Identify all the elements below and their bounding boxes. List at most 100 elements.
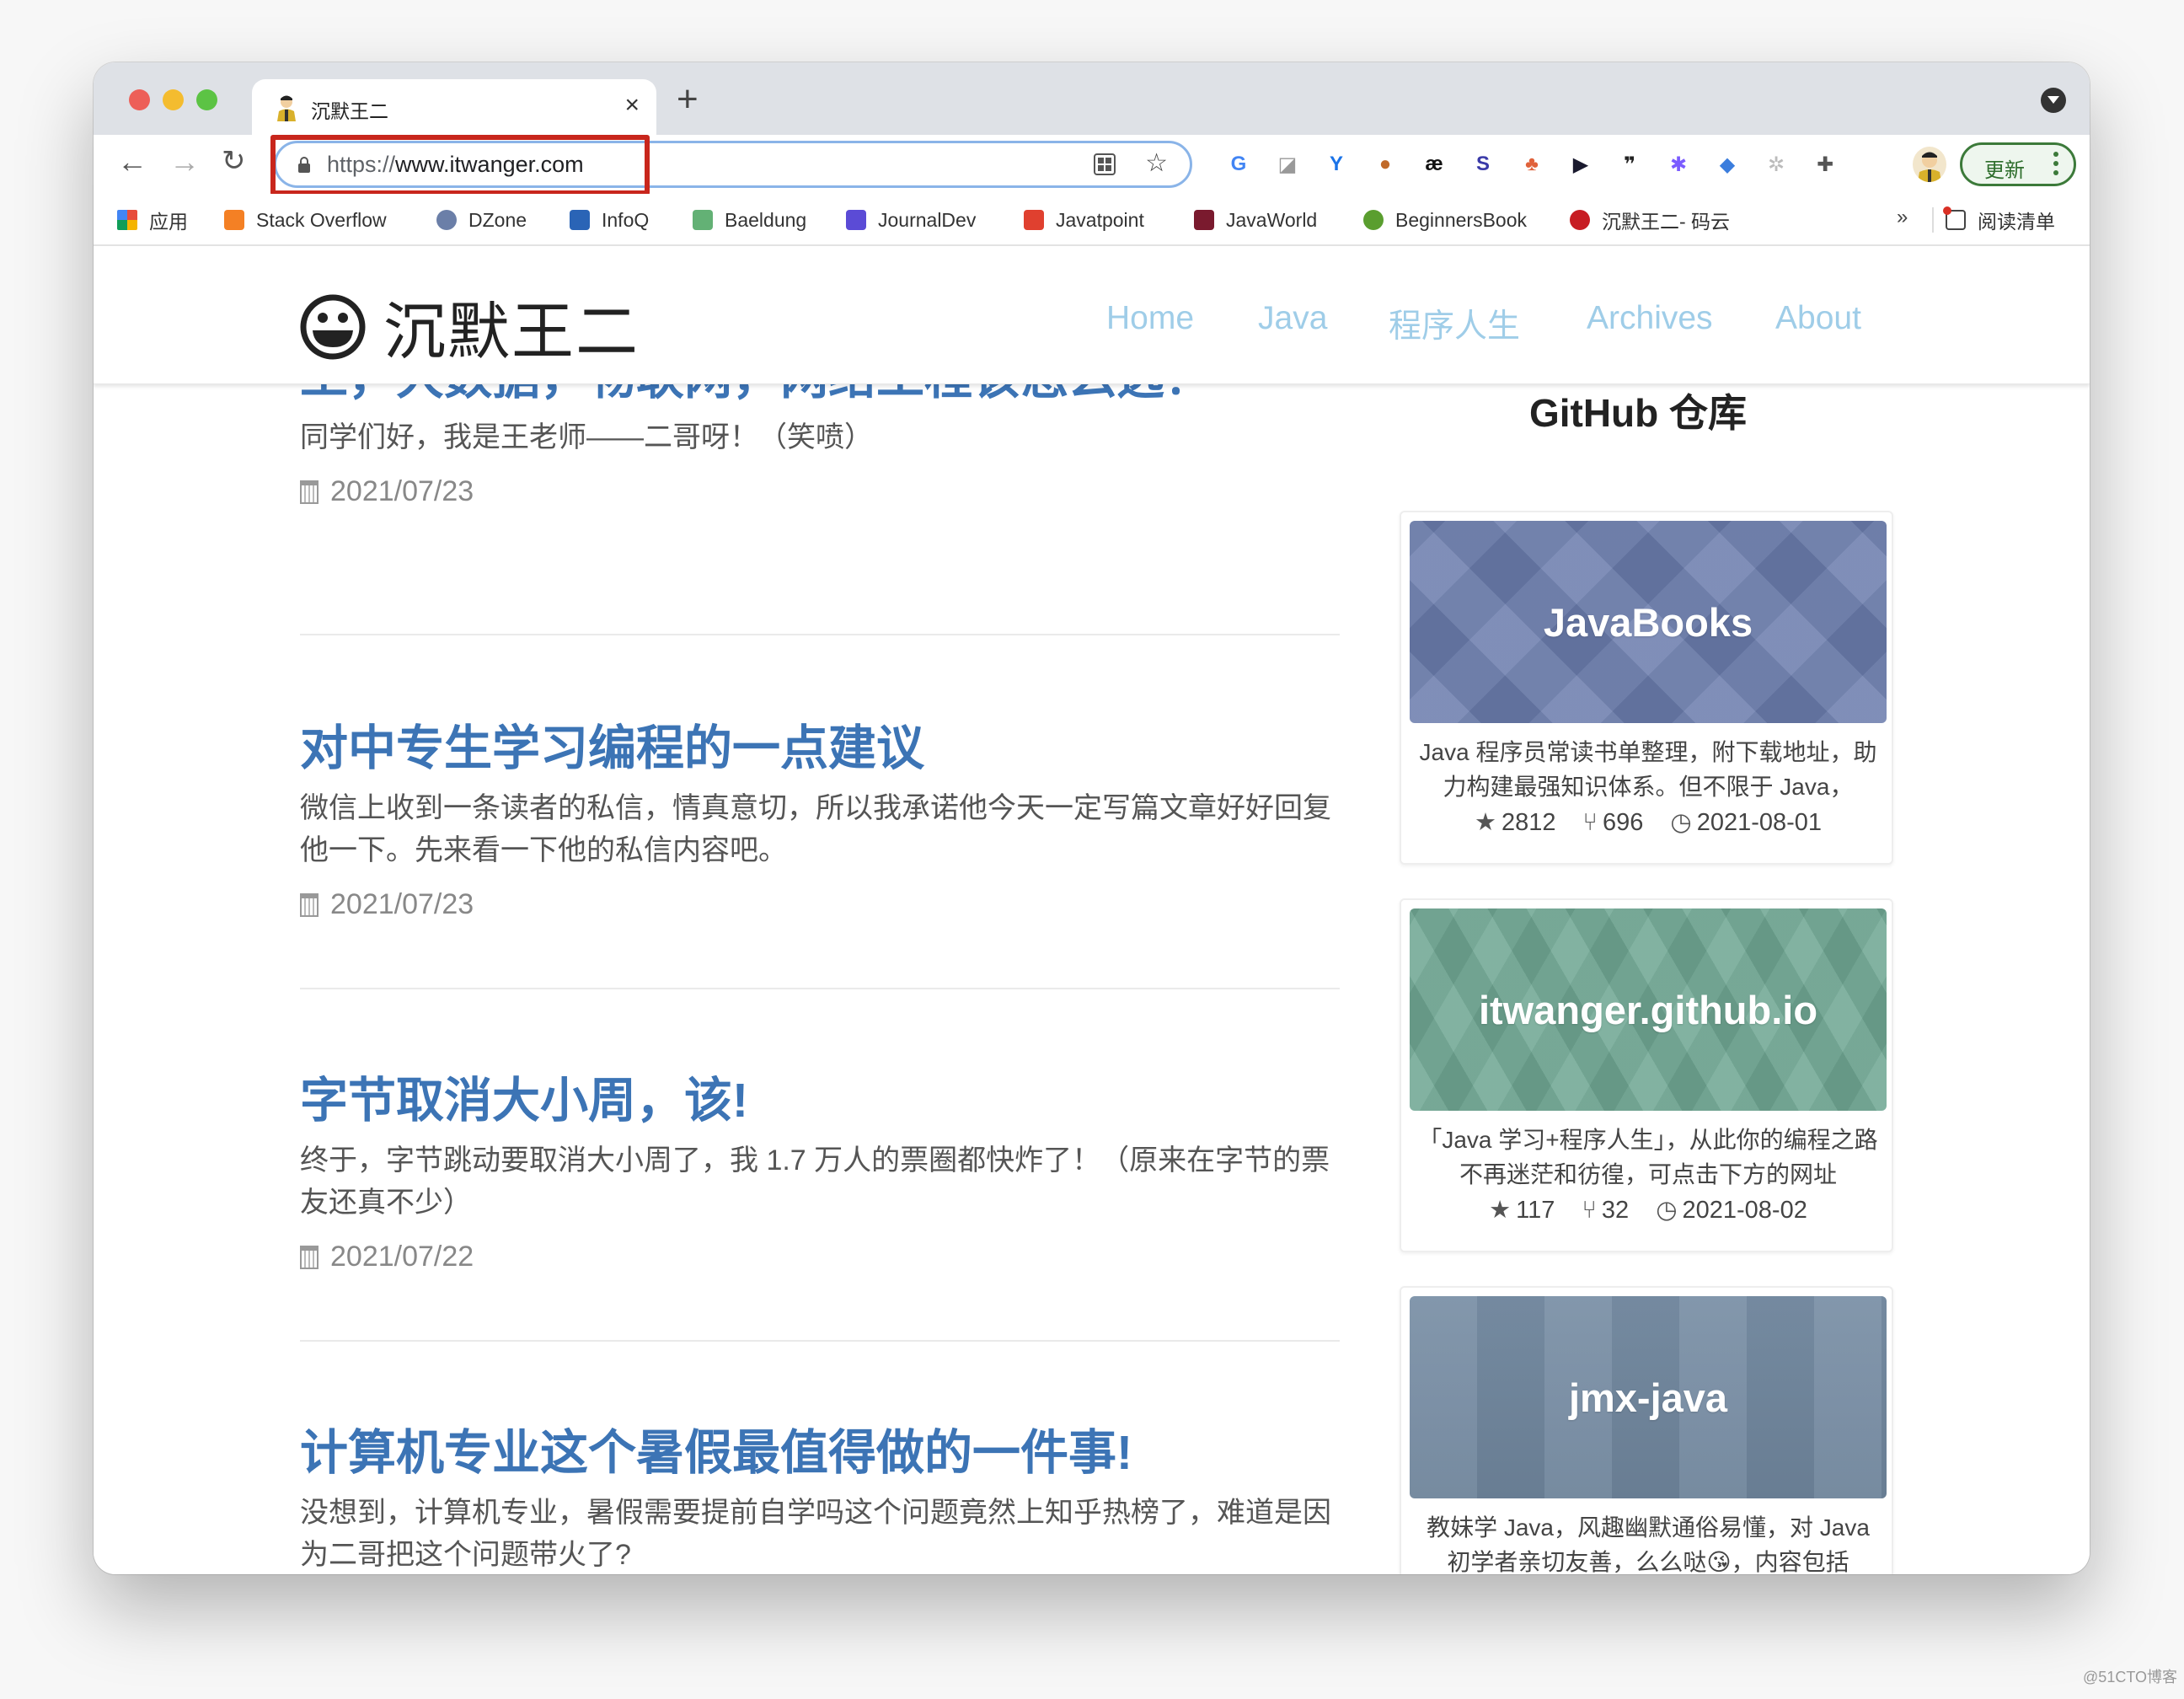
bookmark-label: Javatpoint bbox=[1056, 208, 1144, 231]
tab-active[interactable]: 沉默王二 × bbox=[252, 79, 656, 135]
bookmark-item[interactable]: 沉默王二- 码云 bbox=[1570, 206, 1730, 234]
reading-list-button[interactable]: 阅读清单 bbox=[1943, 206, 2055, 234]
sidebar-title: GitHub 仓库 bbox=[1528, 391, 1748, 435]
bookmark-item[interactable]: BeginnersBook bbox=[1363, 206, 1527, 234]
repo-banner[interactable]: JavaBooks bbox=[1410, 521, 1887, 723]
site-logo[interactable]: 沉默王二 bbox=[299, 281, 640, 372]
post-item: 字节取消大小周，该! 终于，字节跳动要取消大小周了，我 1.7 万人的票圈都快炸… bbox=[300, 1072, 1340, 1273]
repo-description: 教妹学 Java，风趣幽默通俗易懂，对 Java 初学者亲切友善，么么哒😘，内容… bbox=[1427, 1514, 1870, 1574]
bookmark-star-icon[interactable]: ☆ bbox=[1145, 148, 1168, 178]
post-title[interactable]: 字节取消大小周，该! bbox=[300, 1072, 1340, 1129]
bookmark-item[interactable]: Javatpoint bbox=[1024, 206, 1144, 234]
back-arrow-icon[interactable]: ← bbox=[117, 147, 147, 177]
puzzle-extension-icon[interactable]: ✚ bbox=[1801, 147, 1849, 182]
nav-archives[interactable]: Archives bbox=[1587, 300, 1713, 337]
palm-extension-icon[interactable]: ✲ bbox=[1752, 147, 1801, 182]
asterisk-extension-icon[interactable]: ✱ bbox=[1654, 147, 1703, 182]
bookmark-item[interactable]: JournalDev bbox=[846, 206, 976, 234]
forward-arrow-icon[interactable]: → bbox=[169, 147, 200, 177]
post-item: 对中专生学习编程的一点建议 微信上收到一条读者的私信，情真意切，所以我承诺他今天… bbox=[300, 720, 1340, 921]
bookmark-label: InfoQ bbox=[602, 208, 650, 231]
calendar-icon bbox=[300, 480, 318, 504]
repo-stats: ★ 117 ⑂ 32 ◷ 2021-08-02 bbox=[1401, 1195, 1895, 1225]
repo-description: 「Java 学习+程序人生」，从此你的编程之路不再迷茫和彷徨，可点击下方的网址 bbox=[1418, 1127, 1878, 1187]
javaworld-icon bbox=[1194, 210, 1214, 230]
bookmark-item[interactable]: Baeldung bbox=[693, 206, 806, 234]
update-label: 更新 bbox=[1984, 159, 2025, 182]
ae-extension-glyph: æ bbox=[1425, 153, 1443, 175]
repo-card[interactable]: itwanger.github.io 「Java 学习+程序人生」，从此你的编程… bbox=[1400, 898, 1893, 1252]
bookmark-label: BeginnersBook bbox=[1395, 208, 1527, 231]
minimize-window-button[interactable] bbox=[163, 89, 184, 110]
maximize-window-button[interactable] bbox=[196, 89, 217, 110]
star-icon: ★ bbox=[1474, 809, 1496, 836]
tab-close-icon[interactable]: × bbox=[624, 91, 640, 120]
post-title[interactable]: 计算机专业这个暑假最值得做的一件事! bbox=[300, 1424, 1340, 1482]
address-bar[interactable]: https://www.itwanger.com ☆ bbox=[274, 141, 1192, 188]
baeldung-icon bbox=[693, 210, 713, 230]
repo-card[interactable]: JavaBooks Java 程序员常读书单整理，附下载地址，助力构建最强知识体… bbox=[1400, 511, 1893, 865]
post-item: 计算机专业这个暑假最值得做的一件事! 没想到，计算机专业，暑假需要提前自学吗这个… bbox=[300, 1424, 1340, 1574]
stars-count: 2812 bbox=[1501, 809, 1556, 836]
bookmarks-overflow-button[interactable]: » bbox=[1897, 206, 1908, 229]
bookmark-item[interactable]: DZone bbox=[436, 206, 527, 234]
repo-banner[interactable]: itwanger.github.io bbox=[1410, 908, 1887, 1111]
quote-extension-icon[interactable]: ❞ bbox=[1605, 147, 1654, 182]
post-title[interactable]: 对中专生学习编程的一点建议 bbox=[300, 720, 1340, 777]
bookmark-label: JournalDev bbox=[878, 208, 977, 231]
post-divider bbox=[300, 634, 1340, 635]
tab-search-icon[interactable] bbox=[2041, 88, 2066, 113]
bookmark-item[interactable]: JavaWorld bbox=[1194, 206, 1317, 234]
repo-stars: ★ 2812 bbox=[1475, 807, 1556, 837]
repo-forks: ⑂ 696 bbox=[1583, 809, 1644, 837]
profile-avatar[interactable] bbox=[1913, 147, 1946, 182]
qr-code-icon[interactable] bbox=[1094, 153, 1116, 175]
repo-updated: ◷ 2021-08-01 bbox=[1670, 807, 1822, 837]
update-button[interactable]: 更新 bbox=[1960, 142, 2076, 186]
nav-about[interactable]: About bbox=[1775, 300, 1861, 337]
apps-grid-icon bbox=[117, 210, 137, 230]
bookmarks-bar: » 阅读清单 应用 Stack Overflow DZone InfoQ Baeldun… bbox=[94, 194, 2090, 246]
stackoverflow-icon bbox=[224, 210, 244, 230]
s-extension-icon[interactable]: S bbox=[1459, 147, 1507, 182]
firefox-style-icon[interactable]: ● bbox=[1361, 147, 1410, 182]
nav-life[interactable]: 程序人生 bbox=[1389, 300, 1520, 347]
browser-toolbar: ← → ↻ https://www.itwanger.com ☆ G ◪ Y ● æ S ♣… bbox=[94, 135, 2090, 196]
post-excerpt: 微信上收到一条读者的私信，情真意切，所以我承诺他今天一定写篇文章好好回复他一下。… bbox=[300, 792, 1331, 867]
bookmark-item[interactable]: InfoQ bbox=[570, 206, 649, 234]
more-menu-icon[interactable] bbox=[2053, 152, 2058, 180]
google-translate-icon[interactable]: G bbox=[1214, 147, 1263, 182]
ae-extension-icon[interactable]: æ bbox=[1410, 147, 1459, 182]
tab-strip: 沉默王二 × + bbox=[94, 62, 2090, 135]
sitemap-extension-icon[interactable]: ♣ bbox=[1507, 147, 1556, 182]
vue-devtools-icon[interactable]: Y bbox=[1312, 147, 1361, 182]
post-excerpt: 没想到，计算机专业，暑假需要提前自学吗这个问题竟然上知乎热榜了，难道是因为二哥把… bbox=[300, 1497, 1331, 1572]
post-date-text: 2021/07/22 bbox=[330, 1241, 474, 1273]
reload-icon[interactable]: ↻ bbox=[222, 147, 246, 175]
palm-extension-glyph: ✲ bbox=[1767, 153, 1785, 176]
watermark: @51CTO博客 bbox=[2083, 1669, 2177, 1686]
bookmark-item[interactable]: Stack Overflow bbox=[224, 206, 387, 234]
new-tab-button[interactable]: + bbox=[677, 81, 699, 118]
nav-java[interactable]: Java bbox=[1258, 300, 1327, 337]
close-window-button[interactable] bbox=[129, 89, 150, 110]
beginnersbook-icon bbox=[1363, 210, 1384, 230]
forks-count: 32 bbox=[1601, 1197, 1630, 1224]
quote-extension-glyph: ❞ bbox=[1623, 153, 1636, 176]
nav-home[interactable]: Home bbox=[1106, 300, 1194, 337]
cap-extension-icon[interactable]: ◆ bbox=[1703, 147, 1752, 182]
gray-square-icon[interactable]: ◪ bbox=[1263, 147, 1312, 182]
url-host: www.itwanger.com bbox=[395, 152, 584, 177]
browser-window: 沉默王二 × + ← → ↻ https://www.itwanger.com … bbox=[94, 62, 2090, 1574]
bookmark-item[interactable]: 应用 bbox=[117, 206, 188, 234]
javatpoint-icon bbox=[1024, 210, 1044, 230]
play-extension-glyph: ▶ bbox=[1572, 153, 1589, 176]
bookmarks-separator bbox=[1932, 207, 1934, 233]
repo-card[interactable]: jmx-java 教妹学 Java，风趣幽默通俗易懂，对 Java 初学者亲切友… bbox=[1400, 1286, 1893, 1574]
repo-banner[interactable]: jmx-java bbox=[1410, 1296, 1887, 1498]
repo-stars: ★ 117 bbox=[1489, 1195, 1555, 1225]
url-text[interactable]: https://www.itwanger.com bbox=[327, 152, 584, 178]
play-extension-icon[interactable]: ▶ bbox=[1556, 147, 1605, 182]
updated-date: 2021-08-02 bbox=[1682, 1197, 1807, 1224]
gitee-icon bbox=[1570, 210, 1590, 230]
